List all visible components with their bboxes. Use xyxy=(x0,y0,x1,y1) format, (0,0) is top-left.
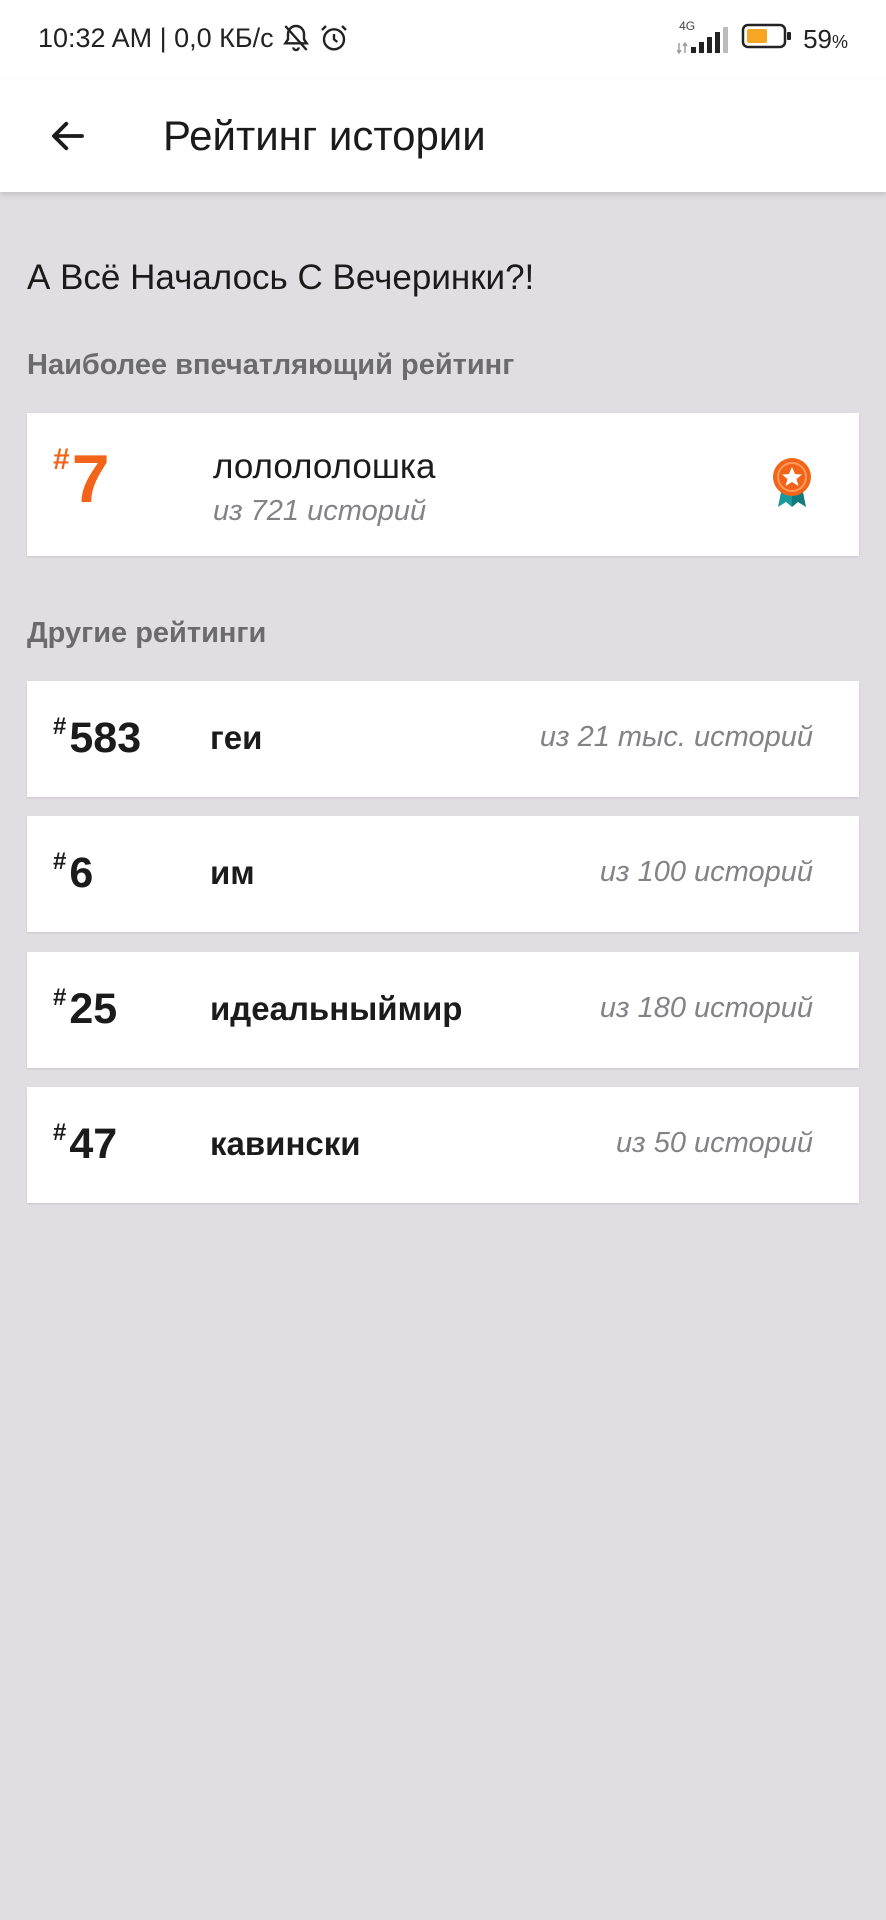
arrow-back-icon xyxy=(52,121,84,151)
rating-row[interactable]: # 47 кавински из 50 историй xyxy=(27,1087,859,1203)
rating-tag: кавински xyxy=(210,1125,361,1162)
rank-hash: # xyxy=(53,848,67,875)
battery-percent-value: 59 xyxy=(803,24,832,54)
alarm-icon xyxy=(318,22,350,54)
app-bar: Рейтинг истории xyxy=(0,80,886,192)
rank-number: 583 xyxy=(69,714,142,762)
top-rating-card[interactable]: # 7 лолололошка из 721 историй xyxy=(27,413,859,556)
top-rank: # 7 xyxy=(53,443,110,515)
rating-total: из 180 историй xyxy=(599,992,813,1024)
rating-row[interactable]: # 6 им из 100 историй xyxy=(27,816,859,932)
rating-row[interactable]: # 583 геи из 21 тыс. историй xyxy=(27,681,859,797)
page-title: Рейтинг истории xyxy=(163,112,486,159)
row-rank: # 25 xyxy=(53,984,118,1033)
battery-icon xyxy=(741,22,793,57)
rating-tag: им xyxy=(210,854,255,891)
story-title: А Всё Началось С Вечеринки?! xyxy=(27,258,535,297)
rank-number: 6 xyxy=(69,849,94,897)
battery-percent-unit: % xyxy=(831,32,848,52)
status-right: 4G 59% xyxy=(677,19,848,57)
rating-total: из 21 тыс. историй xyxy=(539,721,813,753)
status-left: 10:32 AM | 0,0 КБ/с xyxy=(38,22,350,54)
medal-icon xyxy=(770,457,814,514)
back-button[interactable] xyxy=(40,108,96,164)
top-rating-tag: лолололошка xyxy=(213,447,436,486)
rating-tag: геи xyxy=(210,719,263,756)
row-rank: # 47 xyxy=(53,1119,118,1168)
top-rating-total: из 721 историй xyxy=(213,495,427,527)
rating-total: из 100 историй xyxy=(599,856,813,888)
rank-hash: # xyxy=(53,984,67,1011)
battery-percentage: 59% xyxy=(803,24,848,55)
rank-hash: # xyxy=(53,443,70,476)
rank-hash: # xyxy=(53,1119,67,1146)
rating-total: из 50 историй xyxy=(616,1127,813,1159)
signal-icon: 4G xyxy=(677,19,731,57)
status-time: 10:32 AM | 0,0 КБ/с xyxy=(38,22,274,53)
rank-number: 7 xyxy=(71,441,110,517)
row-rank: # 6 xyxy=(53,848,94,897)
top-rating-section-label: Наиболее впечатляющий рейтинг xyxy=(27,349,515,381)
rank-hash: # xyxy=(53,713,67,740)
other-ratings-section-label: Другие рейтинги xyxy=(27,617,267,649)
rating-row[interactable]: # 25 идеальныймир из 180 историй xyxy=(27,952,859,1068)
rating-tag: идеальныймир xyxy=(210,990,463,1027)
rank-number: 47 xyxy=(69,1120,118,1168)
status-bar: 10:32 AM | 0,0 КБ/с 4G 59% xyxy=(0,0,886,80)
muted-bell-icon xyxy=(280,22,312,54)
row-rank: # 583 xyxy=(53,713,142,762)
rank-number: 25 xyxy=(69,985,118,1033)
